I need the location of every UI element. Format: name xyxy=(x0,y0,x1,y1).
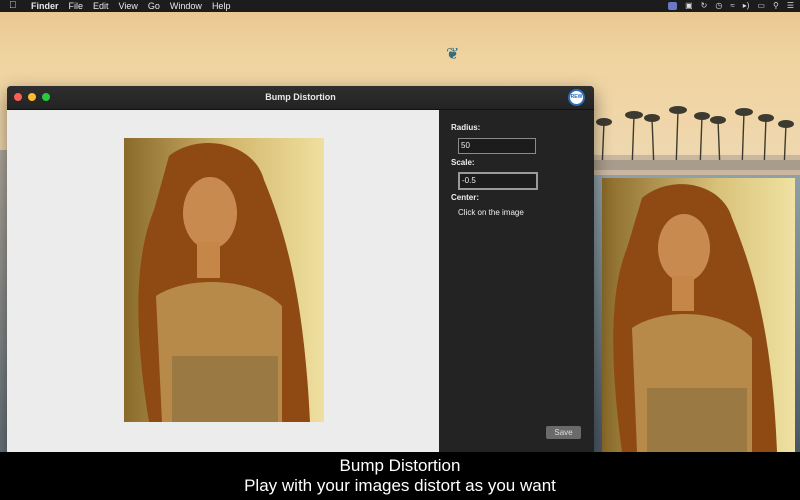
kite-icon: ❦ xyxy=(446,46,460,63)
palm-trees-background xyxy=(592,106,800,180)
sync-icon[interactable]: ↻ xyxy=(701,0,708,12)
menu-finder[interactable]: Finder xyxy=(31,0,59,12)
scale-field[interactable] xyxy=(458,172,538,190)
save-button[interactable]: Save xyxy=(546,426,581,439)
title-bar[interactable]: Bump Distortion REW xyxy=(7,86,594,110)
volume-icon[interactable]: ▸) xyxy=(743,0,750,12)
caption-subtitle: Play with your images distort as you wan… xyxy=(244,476,556,495)
menu-bar:  Finder File Edit View Go Window Help ▣… xyxy=(0,0,800,12)
center-label: Center: xyxy=(451,193,480,202)
image-canvas[interactable] xyxy=(7,110,439,452)
menu-view[interactable]: View xyxy=(119,0,138,12)
display-icon[interactable]: ▣ xyxy=(685,0,693,12)
search-icon[interactable]: ⚲ xyxy=(773,0,779,12)
app-window: Bump Distortion REW Radius: Scale: Cente… xyxy=(7,86,594,452)
status-icons: ▣ ↻ ◷ ≈ ▸) ▭ ⚲ ☰ xyxy=(668,0,794,12)
wifi-icon[interactable]: ≈ xyxy=(730,0,734,12)
desktop-photo-preview xyxy=(602,178,795,452)
scale-label: Scale: xyxy=(451,158,475,167)
center-hint: Click on the image xyxy=(458,208,524,217)
apple-menu-icon[interactable]:  xyxy=(9,0,23,12)
window-title: Bump Distortion xyxy=(265,92,336,102)
battery-icon[interactable]: ▭ xyxy=(757,0,765,12)
menu-go[interactable]: Go xyxy=(148,0,160,12)
rew-badge-icon[interactable]: REW xyxy=(568,89,585,106)
radius-label: Radius: xyxy=(451,123,481,132)
app-status-icon[interactable] xyxy=(668,2,678,10)
caption-title: Bump Distortion xyxy=(339,456,461,475)
menu-file[interactable]: File xyxy=(69,0,84,12)
menu-edit[interactable]: Edit xyxy=(93,0,109,12)
radius-field[interactable] xyxy=(458,138,536,154)
promo-caption: Bump Distortion Play with your images di… xyxy=(0,452,800,500)
edited-photo[interactable] xyxy=(124,138,324,422)
notification-center-icon[interactable]: ☰ xyxy=(787,0,794,12)
menu-window[interactable]: Window xyxy=(170,0,202,12)
menu-help[interactable]: Help xyxy=(212,0,231,12)
time-machine-icon[interactable]: ◷ xyxy=(715,0,722,12)
settings-panel: Radius: Scale: Center: Click on the imag… xyxy=(439,110,594,452)
